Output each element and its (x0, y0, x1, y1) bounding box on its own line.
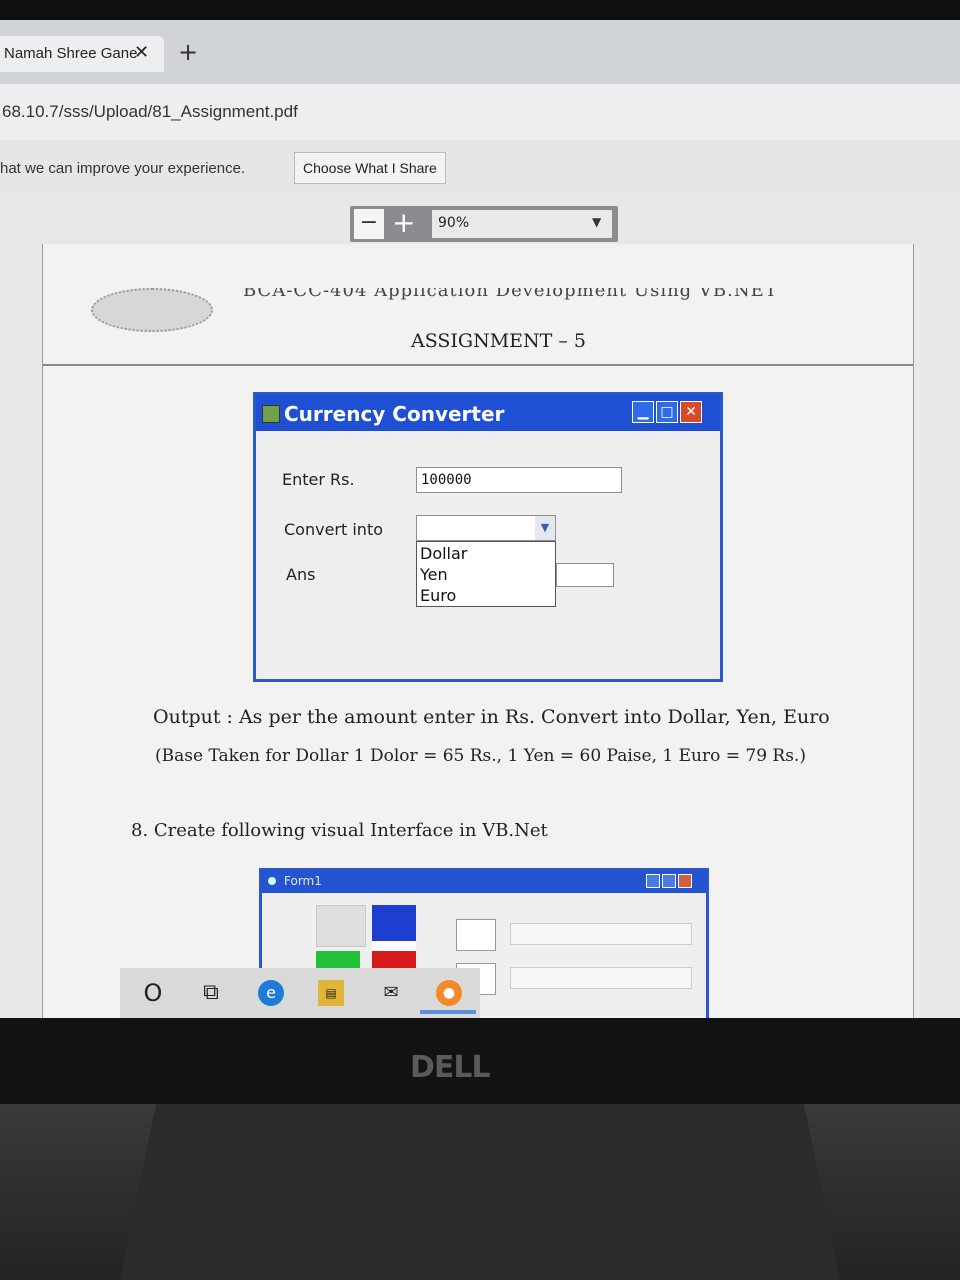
currency-dropdown-list: Dollar Yen Euro (416, 541, 556, 607)
blue-panel (372, 905, 416, 941)
browser-tab[interactable]: Namah Shree Gane ✕ (0, 36, 164, 72)
chevron-down-icon: ▼ (592, 215, 602, 229)
search-icon[interactable]: O (140, 980, 166, 1006)
white-panel (372, 941, 416, 951)
window-title: Currency Converter (284, 402, 505, 426)
convert-into-label: Convert into (284, 520, 383, 539)
minimize-icon (646, 874, 660, 888)
tab-title: Namah Shree Gane (4, 45, 138, 62)
tab-bar: Namah Shree Gane ✕ + (0, 20, 960, 84)
gray-panel (316, 905, 366, 947)
tab-close-icon[interactable]: ✕ (134, 42, 149, 63)
mail-icon[interactable]: ✉ (378, 980, 404, 1006)
maximize-icon (662, 874, 676, 888)
pdf-viewer: BCA-CC-404 Application Development Using… (0, 198, 960, 1018)
close-icon: ✕ (680, 401, 702, 423)
zoom-select[interactable]: 90% ▼ (432, 210, 612, 238)
header-divider (43, 364, 913, 366)
maximize-icon: □ (656, 401, 678, 423)
window-titlebar: Form1 (262, 871, 706, 893)
answer-output (556, 563, 614, 587)
file-explorer-icon[interactable]: ▤ (318, 980, 344, 1006)
university-logo (91, 288, 213, 332)
list-item: Euro (420, 586, 457, 605)
monitor-stand (120, 1104, 840, 1280)
info-bar: hat we can improve your experience. Choo… (0, 140, 960, 199)
currency-combobox: ▼ (416, 515, 556, 541)
list-item: Yen (420, 565, 448, 584)
chevron-down-icon: ▼ (535, 516, 555, 540)
address-bar: 68.10.7/sss/Upload/81_Assignment.pdf (0, 84, 960, 140)
firefox-icon[interactable]: ● (436, 980, 462, 1006)
zoom-out-button[interactable]: − (354, 209, 384, 239)
app-icon (262, 405, 280, 423)
scrollbar (510, 967, 692, 989)
zoom-in-button[interactable]: + (392, 207, 415, 239)
base-rates-note: (Base Taken for Dollar 1 Dolor = 65 Rs.,… (155, 746, 806, 766)
scrollbar (510, 923, 692, 945)
currency-converter-window: Currency Converter ▁ □ ✕ Enter Rs. 10000… (253, 392, 723, 682)
dell-logo: DELL (410, 1050, 491, 1085)
page-header: BCA-CC-404 Application Development Using… (243, 288, 823, 306)
zoom-value: 90% (438, 215, 470, 231)
choose-what-i-share-button[interactable]: Choose What I Share (294, 152, 446, 184)
assignment-title: ASSIGNMENT – 5 (411, 330, 587, 352)
pdf-page: BCA-CC-404 Application Development Using… (42, 244, 914, 1018)
app-icon (268, 877, 276, 885)
edge-icon[interactable]: e (258, 980, 284, 1006)
textbox (456, 919, 496, 951)
window-titlebar: Currency Converter ▁ □ ✕ (256, 395, 720, 431)
rupees-input: 100000 (416, 467, 622, 493)
page-header-text: BCA-CC-404 Application Development Using… (243, 288, 778, 301)
active-app-indicator (420, 1010, 476, 1014)
minimize-icon: ▁ (632, 401, 654, 423)
output-description: Output : As per the amount enter in Rs. … (153, 706, 830, 728)
info-bar-text: hat we can improve your experience. (0, 160, 246, 177)
answer-label: Ans (286, 565, 316, 584)
enter-rs-label: Enter Rs. (282, 470, 355, 489)
close-icon (678, 874, 692, 888)
taskbar: O ⧉ e ▤ ✉ ● (120, 968, 480, 1018)
window-title: Form1 (284, 874, 322, 888)
address-field[interactable]: 68.10.7/sss/Upload/81_Assignment.pdf (2, 102, 298, 122)
question-8: 8. Create following visual Interface in … (131, 820, 548, 841)
monitor-top-bezel (0, 0, 960, 20)
task-view-icon[interactable]: ⧉ (198, 980, 224, 1006)
screen: Namah Shree Gane ✕ + 68.10.7/sss/Upload/… (0, 20, 960, 1018)
list-item: Dollar (420, 544, 468, 563)
new-tab-button[interactable]: + (178, 38, 198, 66)
zoom-toolbar: − + 90% ▼ (350, 206, 618, 242)
